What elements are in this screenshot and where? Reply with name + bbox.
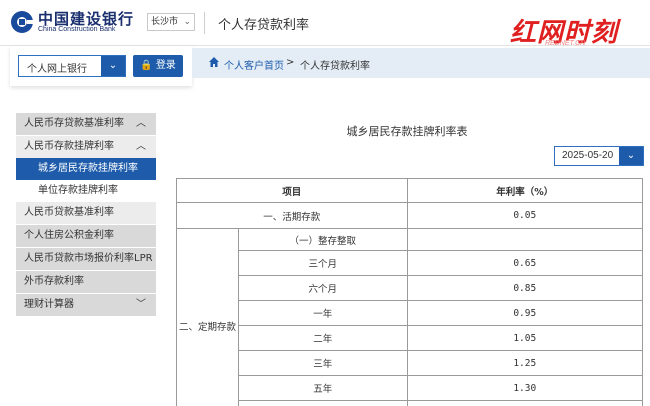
demand-deposit-rate: 0.05	[406, 202, 644, 229]
empty-cell	[406, 228, 644, 251]
sidebar-item-housing-fund[interactable]: 个人住房公积金利率	[16, 225, 156, 247]
breadcrumb: 个人客户首页 > 个人存贷款利率	[192, 48, 650, 78]
table-row: 六个月 0.85	[177, 275, 644, 301]
sidebar-item-financial-calculator[interactable]: 理财计算器 ﹀	[16, 294, 156, 316]
chevron-down-icon[interactable]: ⌄	[619, 147, 643, 165]
rate-cell: 0.95	[406, 300, 644, 326]
sidebar-item-label: 人民币存贷款基准利率	[24, 118, 124, 129]
rate-table: 项目 年利率（%） 一、活期存款 0.05 二、定期存款 （一）整存整取 三个月…	[176, 178, 644, 406]
login-button[interactable]: 🔒 登录	[133, 55, 183, 77]
table-row: 三个月 0.65	[177, 250, 644, 276]
sidebar-item-label: 外币存款利率	[24, 276, 84, 287]
breadcrumb-home-link[interactable]: 个人客户首页	[224, 57, 284, 72]
chevron-up-icon: ︿	[136, 141, 146, 152]
rate-cell: 1.05	[406, 325, 644, 351]
rate-cell: 0.85	[406, 275, 644, 301]
term-cell: 三个月	[237, 250, 408, 276]
sidebar-item-label: 理财计算器	[24, 299, 74, 310]
term-cell: 一年	[237, 300, 408, 326]
chevron-down-icon[interactable]: ⌄	[101, 56, 125, 76]
term-cell: 六个月	[237, 275, 408, 301]
chevron-down-icon: ⌄	[183, 17, 191, 27]
sidebar-item-label: 单位存款挂牌利率	[38, 185, 118, 196]
page-title: 个人存贷款利率	[218, 18, 310, 33]
chevron-down-icon: ﹀	[136, 299, 146, 310]
empty-cell	[237, 400, 408, 406]
table-row: 二、定期存款 （一）整存整取	[176, 228, 644, 406]
empty-cell	[406, 400, 644, 406]
term-cell: 五年	[237, 375, 408, 401]
term-cell: 二年	[237, 325, 408, 351]
city-value: 长沙市	[151, 17, 179, 27]
rate-cell: 1.30	[406, 375, 644, 401]
table-row: 一年 0.95	[177, 300, 644, 326]
login-panel: 个人网上银行 ⌄ 🔒 登录	[10, 46, 192, 86]
table-row: 一、活期存款 0.05	[176, 202, 644, 229]
chevron-up-icon: ︿	[136, 118, 146, 129]
table-row: 三年 1.25	[177, 350, 644, 376]
divider	[204, 12, 205, 34]
sidebar-item-lpr[interactable]: 人民币贷款市场报价利率LPR	[16, 248, 156, 270]
ccb-logo-icon[interactable]	[10, 10, 34, 34]
rate-cell: 1.25	[406, 350, 644, 376]
date-select[interactable]: 2025-05-20 ⌄	[554, 146, 644, 166]
table-header-row: 项目 年利率（%）	[176, 178, 644, 203]
sidebar-item-label: 人民币贷款市场报价利率LPR	[24, 253, 153, 264]
sidebar-item-rmb-loan-benchmark[interactable]: 人民币贷款基准利率	[16, 202, 156, 224]
rate-cell: 0.65	[406, 250, 644, 276]
term-cell: 三年	[237, 350, 408, 376]
sidebar-item-deposit-loan-benchmark[interactable]: 人民币存贷款基准利率 ︿	[16, 113, 156, 135]
breadcrumb-current: 个人存贷款利率	[300, 61, 370, 72]
bank-name-en: China Construction Bank	[38, 26, 116, 33]
home-icon[interactable]	[208, 56, 220, 68]
sidebar-item-label: 城乡居民存款挂牌利率	[38, 163, 138, 174]
date-value: 2025-05-20	[562, 150, 614, 161]
login-label: 登录	[155, 60, 176, 71]
fixed-sub-label: （一）整存整取	[237, 228, 408, 251]
sidebar-item-label: 人民币贷款基准利率	[24, 207, 114, 218]
sidebar-item-label: 个人住房公积金利率	[24, 230, 114, 241]
lock-icon: 🔒	[140, 60, 153, 71]
watermark-subtext: REDNET.CN	[545, 40, 586, 47]
sidebar-item-foreign-currency-deposit[interactable]: 外币存款利率	[16, 271, 156, 293]
sidebar-item-rmb-deposit-listed[interactable]: 人民币存款挂牌利率 ︿	[16, 136, 156, 158]
table-row	[177, 400, 644, 406]
column-header-rate: 年利率（%）	[406, 178, 644, 203]
sidebar-item-label: 人民币存款挂牌利率	[24, 141, 114, 152]
table-title: 城乡居民存款挂牌利率表	[346, 125, 468, 138]
column-header-item: 项目	[176, 178, 408, 203]
sidebar: 人民币存贷款基准利率 ︿ 人民币存款挂牌利率 ︿ 城乡居民存款挂牌利率 单位存款…	[16, 113, 156, 316]
demand-deposit-label: 一、活期存款	[176, 202, 408, 229]
online-banking-value: 个人网上银行	[27, 64, 87, 75]
sidebar-item-corporate-deposit[interactable]: 单位存款挂牌利率	[16, 180, 156, 202]
table-row: 五年 1.30	[177, 375, 644, 401]
breadcrumb-separator: >	[286, 57, 295, 68]
fixed-deposit-label: 二、定期存款	[176, 228, 239, 406]
table-row: 二年 1.05	[177, 325, 644, 351]
sidebar-item-urban-rural-deposit[interactable]: 城乡居民存款挂牌利率	[16, 158, 156, 180]
online-banking-select[interactable]: 个人网上银行 ⌄	[18, 55, 126, 77]
city-select[interactable]: 长沙市 ⌄	[147, 13, 195, 31]
site-header: 中国建设银行 China Construction Bank 长沙市 ⌄ 个人存…	[0, 0, 650, 48]
